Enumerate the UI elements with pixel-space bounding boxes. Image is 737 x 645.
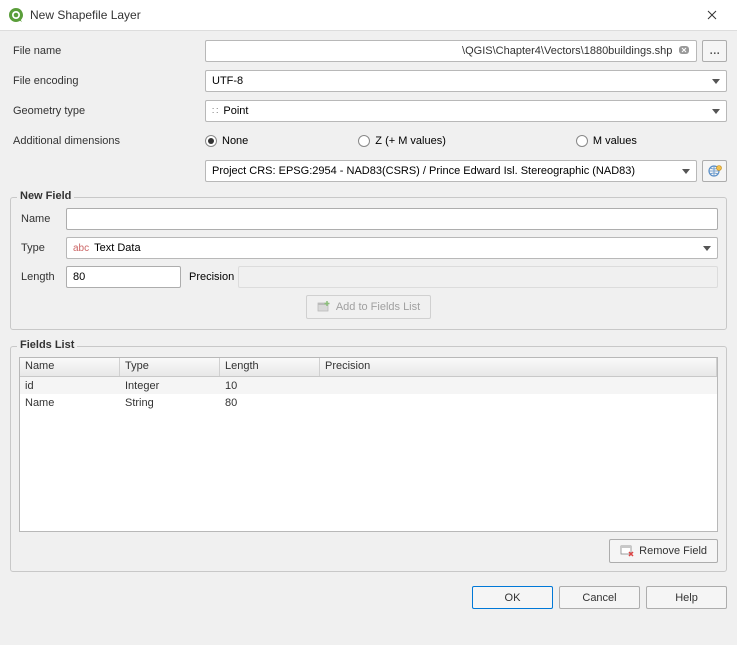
radio-z[interactable]: Z (+ M values) <box>358 135 446 147</box>
remove-field-label: Remove Field <box>639 545 707 557</box>
column-header-length[interactable]: Length <box>220 358 320 376</box>
file-name-value: \QGIS\Chapter4\Vectors\1880buildings.shp <box>462 45 672 57</box>
column-header-name[interactable]: Name <box>20 358 120 376</box>
radio-none[interactable]: None <box>205 135 248 147</box>
geometry-type-dropdown[interactable]: ∷ Point <box>205 100 727 122</box>
help-button[interactable]: Help <box>646 586 727 609</box>
clear-path-icon[interactable] <box>678 44 690 59</box>
cancel-button[interactable]: Cancel <box>559 586 640 609</box>
title-bar: New Shapefile Layer <box>0 0 737 31</box>
close-icon <box>707 10 717 20</box>
fields-list-group: Fields List Name Type Length Precision i… <box>10 346 727 572</box>
fields-list-title: Fields List <box>17 339 77 351</box>
fields-table-header: Name Type Length Precision <box>20 358 717 377</box>
file-name-input[interactable]: \QGIS\Chapter4\Vectors\1880buildings.shp <box>205 40 697 62</box>
text-data-icon: abc <box>73 243 89 254</box>
radio-none-label: None <box>222 135 248 147</box>
field-type-value: Text Data <box>94 242 140 254</box>
add-field-icon <box>317 300 331 314</box>
crs-dropdown[interactable]: Project CRS: EPSG:2954 - NAD83(CSRS) / P… <box>205 160 697 182</box>
add-to-fields-button: Add to Fields List <box>306 295 431 319</box>
dialog-button-bar: OK Cancel Help <box>0 580 737 619</box>
ok-button[interactable]: OK <box>472 586 553 609</box>
file-encoding-label: File encoding <box>10 75 205 87</box>
field-name-input[interactable] <box>66 208 718 230</box>
window-title: New Shapefile Layer <box>30 8 692 22</box>
app-logo-icon <box>8 7 24 23</box>
remove-field-button[interactable]: Remove Field <box>609 539 718 563</box>
file-encoding-dropdown[interactable]: UTF-8 <box>205 70 727 92</box>
point-icon: ∷ <box>212 106 218 117</box>
geometry-type-label: Geometry type <box>10 105 205 117</box>
column-header-type[interactable]: Type <box>120 358 220 376</box>
new-field-group: New Field Name Type abc Text Data Length… <box>10 197 727 330</box>
radio-icon <box>576 135 588 147</box>
column-header-precision[interactable]: Precision <box>320 358 717 376</box>
field-precision-input <box>238 266 718 288</box>
radio-icon <box>205 135 217 147</box>
additional-dimensions-label: Additional dimensions <box>10 135 205 147</box>
dimensions-radio-group: None Z (+ M values) M values <box>205 135 727 147</box>
field-precision-label: Precision <box>181 271 238 283</box>
table-row[interactable]: Name String 80 <box>20 394 717 411</box>
field-length-input[interactable] <box>66 266 181 288</box>
geometry-type-value: Point <box>223 105 248 117</box>
field-type-label: Type <box>19 242 66 254</box>
browse-button[interactable]: … <box>702 40 727 62</box>
new-field-title: New Field <box>17 190 74 202</box>
radio-icon <box>358 135 370 147</box>
globe-icon <box>707 163 723 179</box>
fields-table[interactable]: Name Type Length Precision id Integer 10… <box>19 357 718 532</box>
radio-z-label: Z (+ M values) <box>375 135 446 147</box>
add-to-fields-label: Add to Fields List <box>336 301 420 313</box>
window-close-button[interactable] <box>692 1 732 29</box>
file-name-label: File name <box>10 45 205 57</box>
field-length-label: Length <box>19 271 66 283</box>
field-name-label: Name <box>19 213 66 225</box>
radio-m-label: M values <box>593 135 637 147</box>
remove-field-icon <box>620 543 634 560</box>
crs-selector-button[interactable] <box>702 160 727 182</box>
radio-m[interactable]: M values <box>576 135 637 147</box>
table-row[interactable]: id Integer 10 <box>20 377 717 394</box>
dialog-content: File name \QGIS\Chapter4\Vectors\1880bui… <box>0 31 737 580</box>
field-type-dropdown[interactable]: abc Text Data <box>66 237 718 259</box>
file-encoding-value: UTF-8 <box>212 75 243 87</box>
crs-value: Project CRS: EPSG:2954 - NAD83(CSRS) / P… <box>212 165 635 177</box>
